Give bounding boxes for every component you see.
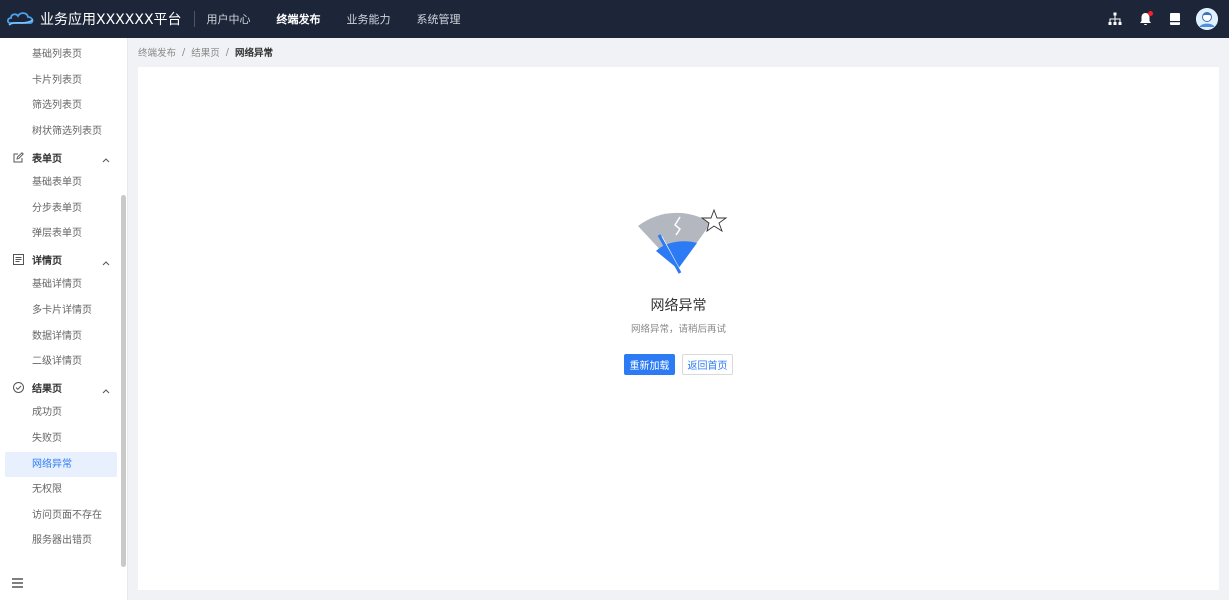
reload-button[interactable]: 重新加载 <box>624 354 675 375</box>
result-actions: 重新加载 返回首页 <box>624 354 733 375</box>
chevron-up-icon <box>102 383 110 397</box>
result-card: 网络异常 网络异常，请稍后再试 重新加载 返回首页 <box>138 67 1219 590</box>
user-avatar[interactable] <box>1196 8 1218 30</box>
topnav-terminal-publish[interactable]: 终端发布 <box>277 11 321 27</box>
sidebar-group-form[interactable]: 表单页 <box>0 144 122 170</box>
sidebar-item-filter-list[interactable]: 筛选列表页 <box>5 93 122 119</box>
notification-button[interactable] <box>1130 0 1160 38</box>
back-home-button[interactable]: 返回首页 <box>682 354 733 375</box>
header-divider <box>193 11 195 27</box>
breadcrumb-item[interactable]: 终端发布 <box>138 45 176 59</box>
list-icon <box>12 254 24 266</box>
sidebar-item-modal-form[interactable]: 弹层表单页 <box>5 221 122 247</box>
document-button[interactable] <box>1160 0 1190 38</box>
sidebar-item-failure[interactable]: 失败页 <box>5 426 122 452</box>
sidebar-group-label: 表单页 <box>32 153 62 165</box>
sidebar-item-basic-form[interactable]: 基础表单页 <box>5 170 122 196</box>
sidebar-group-label: 详情页 <box>32 256 62 268</box>
sidebar-item-data-detail[interactable]: 数据详情页 <box>5 324 122 350</box>
hamburger-icon <box>12 578 23 588</box>
header-actions <box>1100 0 1229 38</box>
user-avatar-icon <box>1196 8 1218 30</box>
document-icon <box>1170 13 1180 25</box>
top-header: 业务应用XXXXXX平台 用户中心 终端发布 业务能力 系统管理 <box>0 0 1229 38</box>
chevron-up-icon <box>102 152 110 166</box>
breadcrumb-separator: / <box>225 46 229 58</box>
logo[interactable]: 业务应用XXXXXX平台 <box>0 0 182 38</box>
app-title: 业务应用XXXXXX平台 <box>40 12 182 28</box>
sidebar-item-network-error[interactable]: 网络异常 <box>5 451 117 478</box>
cloud-logo-icon <box>6 12 34 26</box>
network-error-illustration <box>635 207 735 282</box>
check-circle-icon <box>12 382 24 394</box>
topnav-user-center[interactable]: 用户中心 <box>207 11 251 27</box>
chevron-up-icon <box>102 255 110 269</box>
topnav-business-capability[interactable]: 业务能力 <box>347 11 391 27</box>
sidebar-item-tree-filter-list[interactable]: 树状筛选列表页 <box>5 119 122 145</box>
breadcrumb-item[interactable]: 结果页 <box>191 45 220 59</box>
sitemap-icon <box>1108 12 1122 25</box>
sidebar-menu: 基础列表页 卡片列表页 筛选列表页 树状筛选列表页 表单页 基础表单页 分步表单… <box>0 42 122 554</box>
sidebar-item-card-list[interactable]: 卡片列表页 <box>5 68 122 94</box>
sidebar-item-basic-list[interactable]: 基础列表页 <box>5 42 122 68</box>
sidebar-group-result[interactable]: 结果页 <box>0 375 122 401</box>
wifi-broken-icon <box>638 208 728 275</box>
sidebar-item-not-found[interactable]: 访问页面不存在 <box>5 503 122 529</box>
sidebar: 基础列表页 卡片列表页 筛选列表页 树状筛选列表页 表单页 基础表单页 分步表单… <box>0 38 128 600</box>
topnav-system-management[interactable]: 系统管理 <box>417 11 461 27</box>
sidebar-group-label: 结果页 <box>32 384 62 396</box>
sidebar-scrollbar[interactable] <box>121 195 126 567</box>
sidebar-item-no-permission[interactable]: 无权限 <box>5 477 122 503</box>
sidebar-item-multi-card-detail[interactable]: 多卡片详情页 <box>5 298 122 324</box>
top-nav: 用户中心 终端发布 业务能力 系统管理 <box>207 0 487 38</box>
sidebar-item-secondary-detail[interactable]: 二级详情页 <box>5 349 122 375</box>
breadcrumb-separator: / <box>182 46 186 58</box>
breadcrumb: 终端发布 / 结果页 / 网络异常 <box>138 44 273 60</box>
sitemap-button[interactable] <box>1100 0 1130 38</box>
result-subtitle: 网络异常，请稍后再试 <box>630 324 726 335</box>
result-title: 网络异常 <box>650 298 707 314</box>
sidebar-item-basic-detail[interactable]: 基础详情页 <box>5 272 122 298</box>
edit-icon <box>12 151 24 163</box>
sidebar-item-success[interactable]: 成功页 <box>5 400 122 426</box>
notification-badge <box>1148 11 1153 16</box>
sidebar-item-step-form[interactable]: 分步表单页 <box>5 196 122 222</box>
menu-collapse-button[interactable] <box>11 577 25 591</box>
sidebar-group-detail[interactable]: 详情页 <box>0 247 122 273</box>
sidebar-item-server-error[interactable]: 服务器出错页 <box>5 528 122 554</box>
breadcrumb-current: 网络异常 <box>234 48 273 59</box>
